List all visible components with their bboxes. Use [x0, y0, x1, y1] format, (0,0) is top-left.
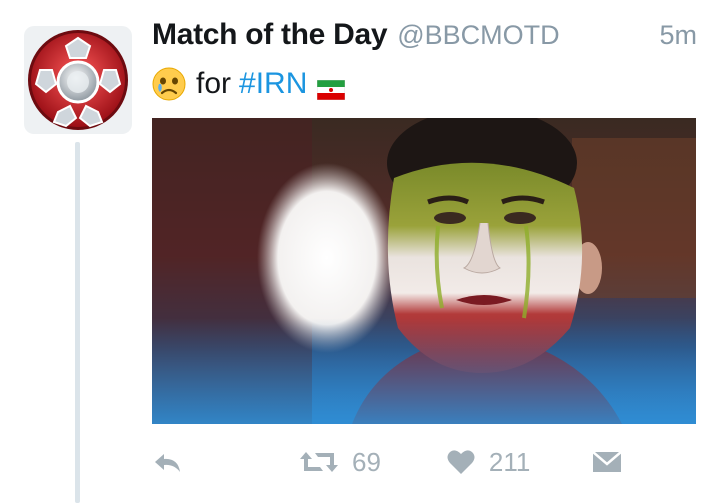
- like-button[interactable]: 211: [447, 447, 530, 478]
- avatar[interactable]: [24, 26, 132, 134]
- tweet-photo[interactable]: [152, 118, 696, 424]
- reply-icon: [155, 454, 180, 472]
- like-count: 211: [488, 446, 531, 477]
- reply-button[interactable]: [152, 450, 182, 474]
- retweet-icon: [300, 452, 338, 472]
- football-logo-icon: [28, 30, 128, 130]
- timestamp[interactable]: 5m: [659, 20, 697, 51]
- display-name[interactable]: Match of the Day: [152, 18, 388, 52]
- crying-face-icon: [152, 67, 186, 101]
- envelope-icon: [592, 451, 623, 472]
- hashtag-link[interactable]: #IRN: [239, 67, 307, 101]
- tweet-header: Match of the Day @BBCMOTD 5m: [152, 18, 697, 62]
- tweet-text: for #IRN: [152, 62, 346, 106]
- user-handle[interactable]: @BBCMOTD: [397, 20, 559, 51]
- fan-face-painted-photo: [152, 118, 696, 424]
- thread-line: [75, 142, 80, 503]
- retweet-count: 69: [352, 446, 381, 477]
- iran-flag-icon: [317, 74, 346, 101]
- retweet-button[interactable]: 69: [300, 447, 381, 478]
- tweet-word: for: [196, 67, 232, 100]
- direct-message-button[interactable]: [592, 450, 623, 474]
- heart-icon: [447, 450, 475, 474]
- tweet-actions: 69 211: [152, 440, 697, 484]
